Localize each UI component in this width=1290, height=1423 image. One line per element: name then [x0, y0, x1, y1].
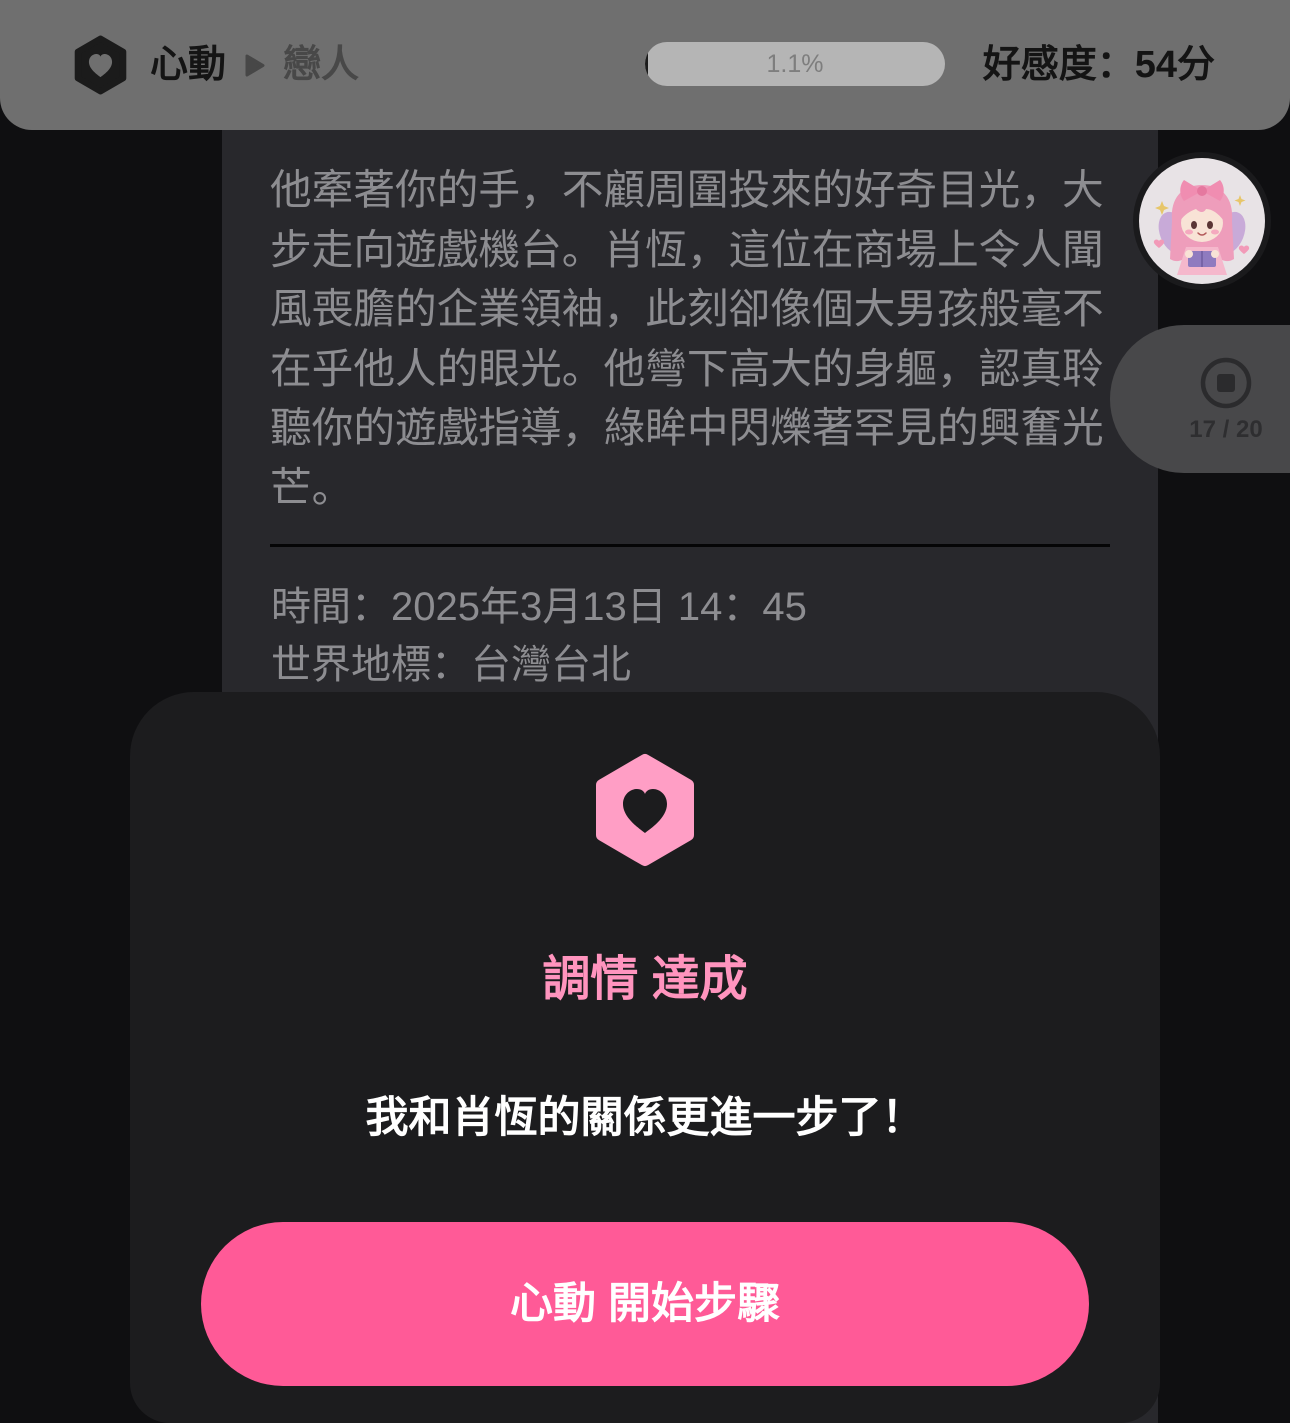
start-heartbeat-button[interactable]: 心動 開始步驟	[201, 1222, 1089, 1386]
heart-hexagon-icon	[74, 35, 127, 95]
achievement-modal: 調情 達成 我和肖恆的關係更進一步了！ 心動 開始步驟	[130, 692, 1160, 1423]
story-line: 他牽著你的手，不顧周圍投來的好奇目光，大	[270, 166, 1104, 213]
header-bar: 心動 戀人 1.1% 好感度：54分	[0, 0, 1290, 130]
stage-next-label: 戀人	[283, 44, 360, 86]
stage-current-label: 心動	[150, 44, 227, 86]
modal-title: 調情 達成	[542, 953, 748, 1006]
app-screen: 他牽著你的手，不顧周圍投來的好奇目光，大 步走向遊戲機台。肖恆，這位在商場上令人…	[0, 0, 1290, 1423]
play-arrow-icon	[245, 54, 265, 77]
relationship-progress-bar: 1.1%	[645, 42, 945, 86]
story-line: 風喪膽的企業領袖，此刻卻像個大男孩般毫不	[270, 285, 1104, 332]
modal-message: 我和肖恆的關係更進一步了！	[365, 1094, 925, 1142]
story-line: 聽你的遊戲指導，綠眸中閃爍著罕見的興奮光	[270, 404, 1104, 451]
story-line: 步走向遊戲機台。肖恆，這位在商場上令人聞	[270, 225, 1104, 273]
story-text: 他牽著你的手，不顧周圍投來的好奇目光，大 步走向遊戲機台。肖恆，這位在商場上令人…	[270, 160, 1130, 517]
character-avatar-icon[interactable]	[1132, 151, 1272, 291]
story-time: 時間：2025年3月13日 14：45	[271, 585, 807, 629]
stop-circle-icon	[1200, 357, 1252, 409]
story-line: 在乎他人的眼光。他彎下高大的身軀，認真聆	[270, 344, 1104, 392]
progress-label: 1.1%	[766, 50, 824, 78]
story-divider	[270, 544, 1110, 547]
stop-playback-button[interactable]: 17 / 20	[1110, 325, 1290, 473]
page-counter: 17 / 20	[1189, 416, 1263, 443]
heart-hexagon-icon	[596, 754, 694, 866]
story-line: 芒。	[270, 463, 354, 511]
affection-score: 好感度：54分	[982, 44, 1215, 86]
start-heartbeat-button-label: 心動 開始步驟	[510, 1280, 780, 1328]
story-landmark: 世界地標：台灣台北	[271, 643, 631, 687]
